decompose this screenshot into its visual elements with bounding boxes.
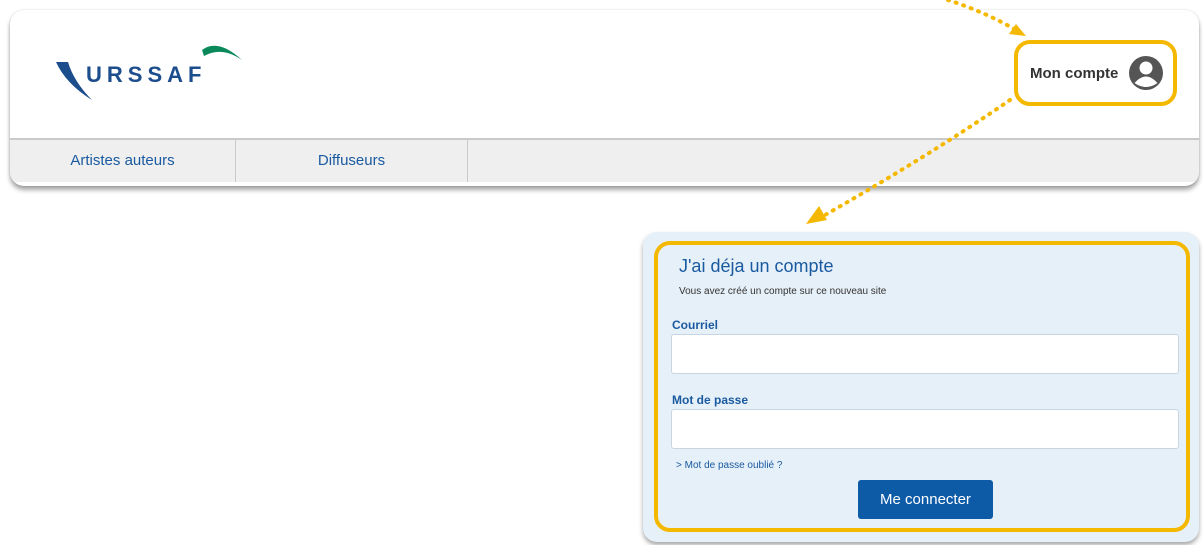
email-field[interactable] xyxy=(671,334,1179,374)
nav-tab-artistes-auteurs[interactable]: Artistes auteurs xyxy=(10,140,236,182)
password-label: Mot de passe xyxy=(672,393,749,407)
login-title: J'ai déja un compte xyxy=(679,256,834,276)
site-header: URSSAF Mon compte Artistes auteurs Diffu… xyxy=(10,10,1199,186)
login-button[interactable]: Me connecter xyxy=(858,480,993,519)
main-nav: Artistes auteurs Diffuseurs xyxy=(10,138,1199,182)
forgot-password-link[interactable]: > Mot de passe oublié ? xyxy=(676,460,782,471)
logo-text: URSSAF xyxy=(86,62,207,87)
email-label: Courriel xyxy=(672,318,719,332)
password-field[interactable] xyxy=(671,409,1179,449)
login-subtitle: Vous avez créé un compte sur ce nouveau … xyxy=(679,286,887,297)
account-label: Mon compte xyxy=(1030,64,1119,82)
urssaf-logo[interactable]: URSSAF xyxy=(54,38,254,118)
user-avatar-icon xyxy=(1128,55,1164,91)
arrow-head-login xyxy=(806,206,827,224)
nav-tab-diffuseurs[interactable]: Diffuseurs xyxy=(236,140,468,182)
my-account-button[interactable]: Mon compte xyxy=(1014,40,1177,106)
